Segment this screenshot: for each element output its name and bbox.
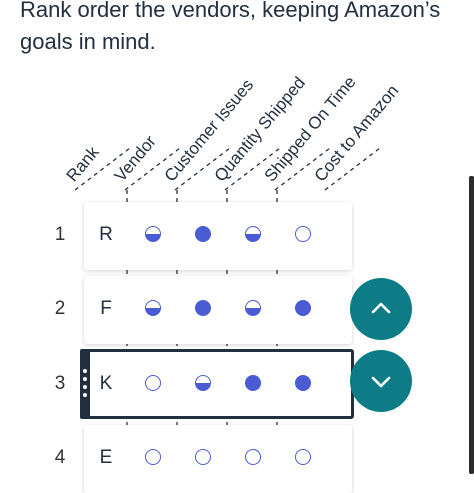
rating-full-icon [295,300,311,316]
vendor-label: F [100,298,112,319]
rating-empty-icon [295,226,311,242]
move-down-button[interactable] [350,350,412,412]
rating-empty-icon [295,449,311,465]
rating-full-icon [245,375,261,391]
rating-half-icon [145,300,161,316]
vendor-label: K [99,373,113,394]
vendor-row[interactable]: 4 E [20,425,460,493]
rating-empty-icon [145,449,161,465]
rating-full-icon [195,226,211,242]
rating-empty-icon [195,449,211,465]
vendor-row[interactable]: 1 R [20,202,460,270]
vendor-card[interactable]: E [84,425,352,493]
rank-number: 3 [54,373,66,394]
vendor-card-selected[interactable]: K [80,349,354,419]
move-up-button[interactable] [350,278,412,340]
rank-number: 4 [54,447,66,468]
rating-full-icon [295,375,311,391]
scrollbar[interactable] [469,176,474,474]
vendor-card[interactable]: F [84,276,352,344]
rating-empty-icon [245,449,261,465]
chevron-down-icon [371,376,391,388]
rating-full-icon [195,300,211,316]
rating-half-icon [245,300,261,316]
vendor-label: R [99,224,113,245]
rank-number: 2 [54,298,66,319]
vendor-label: E [99,447,113,468]
rating-half-icon [245,226,261,242]
rating-half-icon [195,375,211,391]
rank-number: 1 [54,224,66,245]
rating-half-icon [145,226,161,242]
drag-handle-icon[interactable] [80,349,90,419]
vendor-card[interactable]: R [84,202,352,270]
rating-empty-icon [145,375,161,391]
chevron-up-icon [371,302,391,314]
